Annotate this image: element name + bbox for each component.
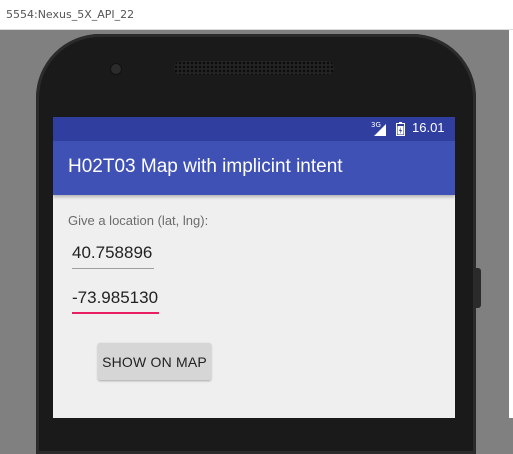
latitude-value: 40.758896: [72, 243, 153, 262]
power-button[interactable]: [476, 268, 481, 308]
status-time: 16.01: [412, 120, 445, 135]
emulator-title: 5554:Nexus_5X_API_22: [6, 8, 135, 21]
device-screen: 3G 16.01 H02T03 Map with implicint inten…: [53, 117, 455, 418]
longitude-underline-focused: [72, 312, 159, 314]
emulator-titlebar: 5554:Nexus_5X_API_22: [0, 0, 513, 30]
status-bar: 3G 16.01: [53, 117, 455, 141]
latitude-field[interactable]: 40.758896: [72, 242, 154, 269]
earpiece-speaker: [174, 61, 334, 75]
longitude-field[interactable]: -73.985130: [72, 287, 159, 314]
cell-signal-icon: [374, 124, 386, 136]
front-camera: [111, 64, 121, 74]
show-on-map-button[interactable]: SHOW ON MAP: [98, 343, 211, 380]
latitude-underline: [72, 268, 154, 269]
app-bar: H02T03 Map with implicint intent: [53, 141, 455, 195]
battery-icon: [396, 122, 405, 136]
location-prompt: Give a location (lat, lng):: [68, 213, 209, 228]
window-border: [509, 30, 513, 418]
longitude-value: -73.985130: [72, 288, 159, 307]
app-title: H02T03 Map with implicint intent: [68, 156, 343, 177]
